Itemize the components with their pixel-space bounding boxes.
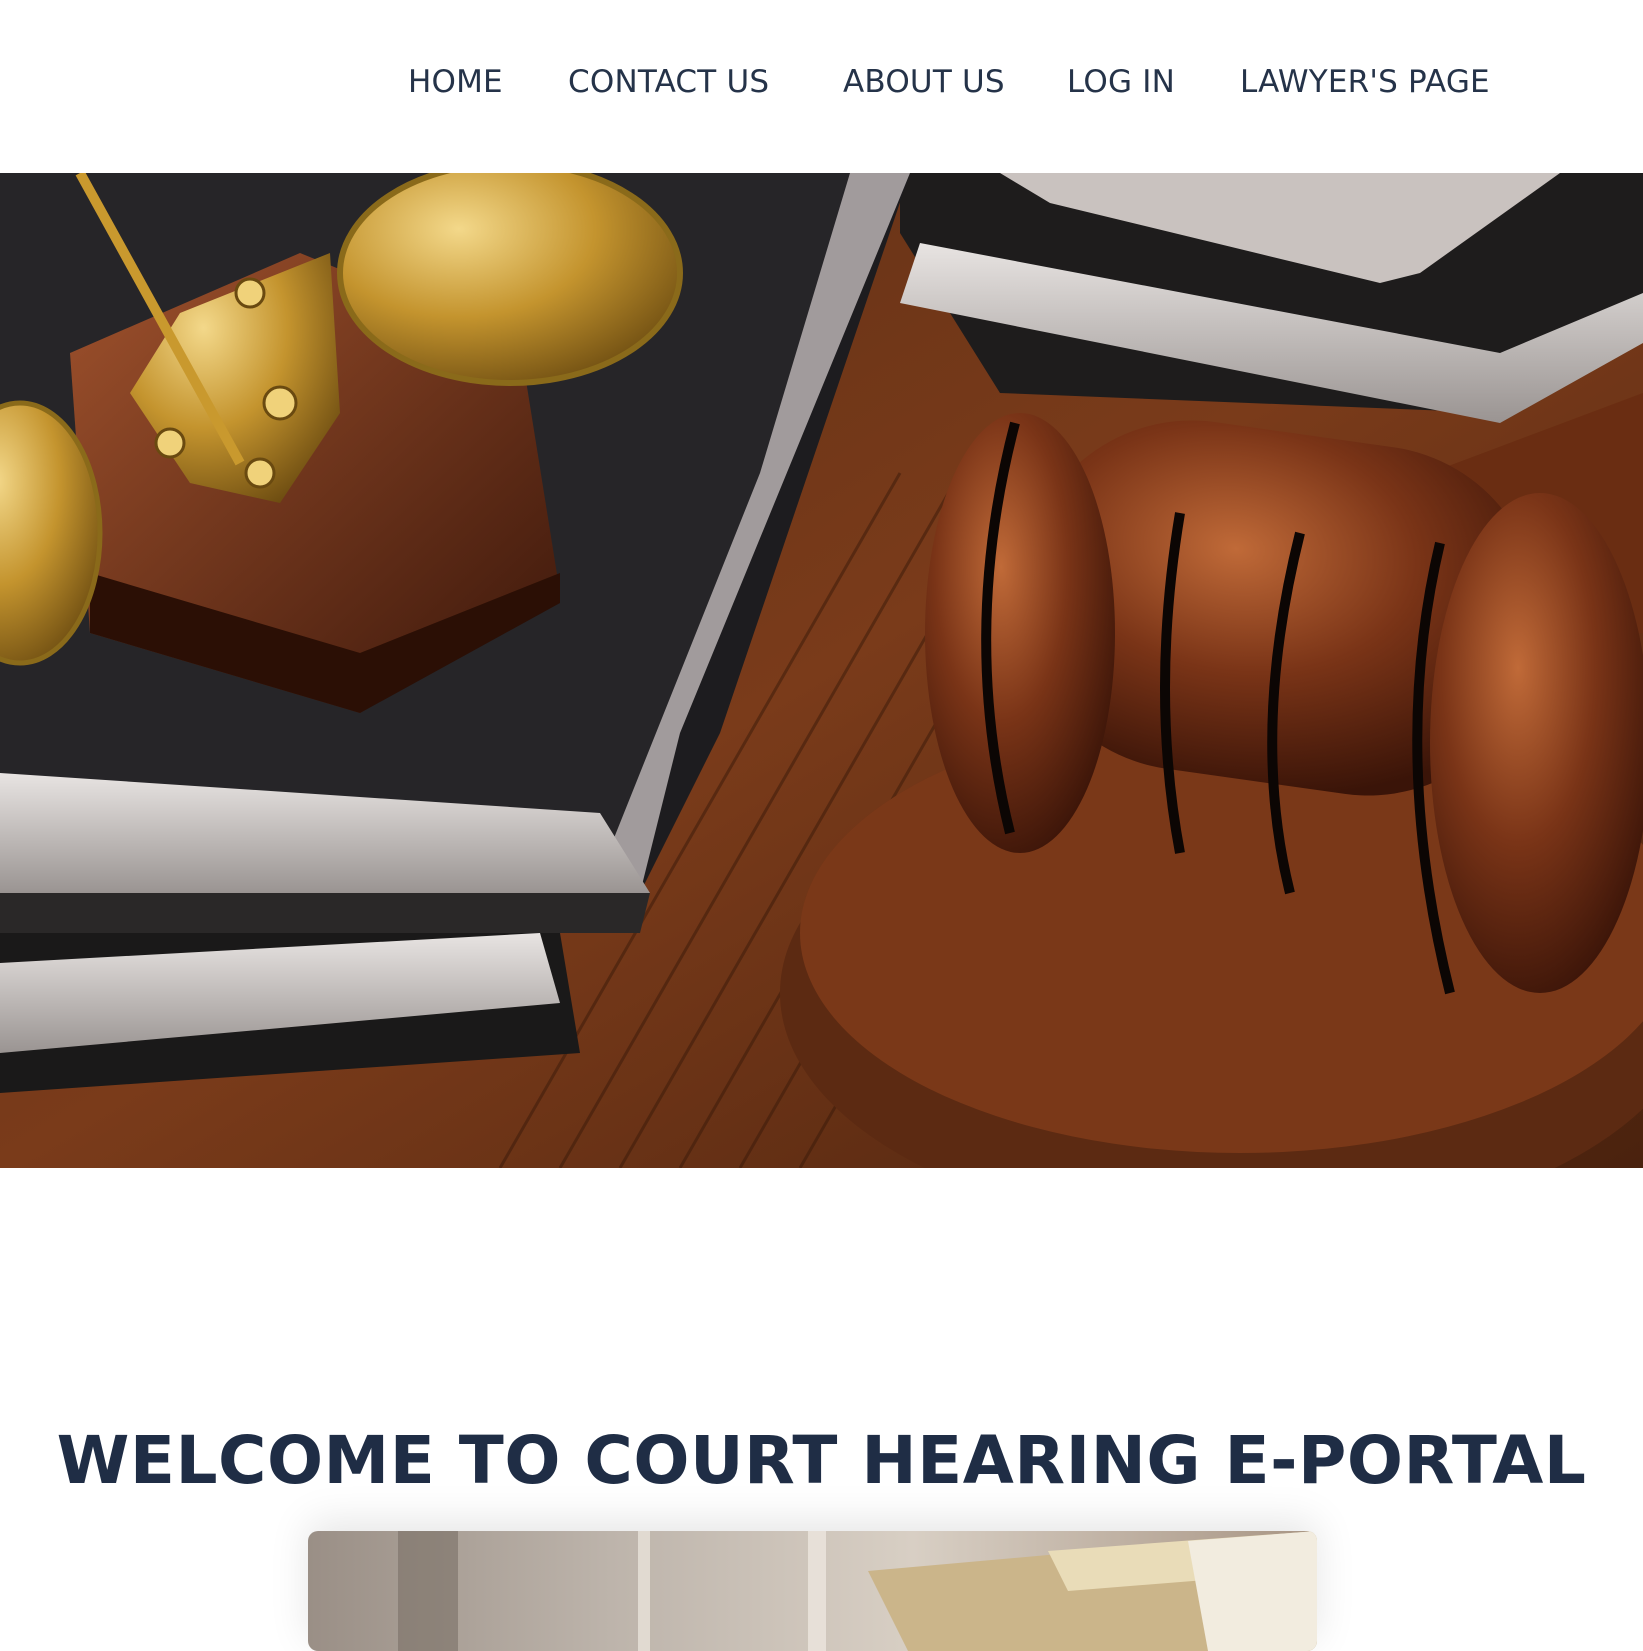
nav-about-us-link[interactable]: ABOUT US bbox=[843, 64, 1005, 100]
top-navigation: HOME CONTACT US ABOUT US LOG IN LAWYER'S… bbox=[0, 0, 1643, 173]
nav-lawyers-page-link[interactable]: LAWYER'S PAGE bbox=[1240, 64, 1490, 100]
nav-contact-us-link[interactable]: CONTACT US bbox=[568, 64, 769, 100]
gavel-scales-books-illustration bbox=[0, 173, 1643, 1168]
nav-home-link[interactable]: HOME bbox=[408, 64, 503, 100]
nav-log-in-link[interactable]: LOG IN bbox=[1067, 64, 1175, 100]
law-books-illustration bbox=[308, 1531, 1317, 1651]
feature-image-card bbox=[308, 1531, 1317, 1651]
page-title: WELCOME TO COURT HEARING E-PORTAL bbox=[56, 1422, 1587, 1500]
hero-banner-image bbox=[0, 173, 1643, 1168]
